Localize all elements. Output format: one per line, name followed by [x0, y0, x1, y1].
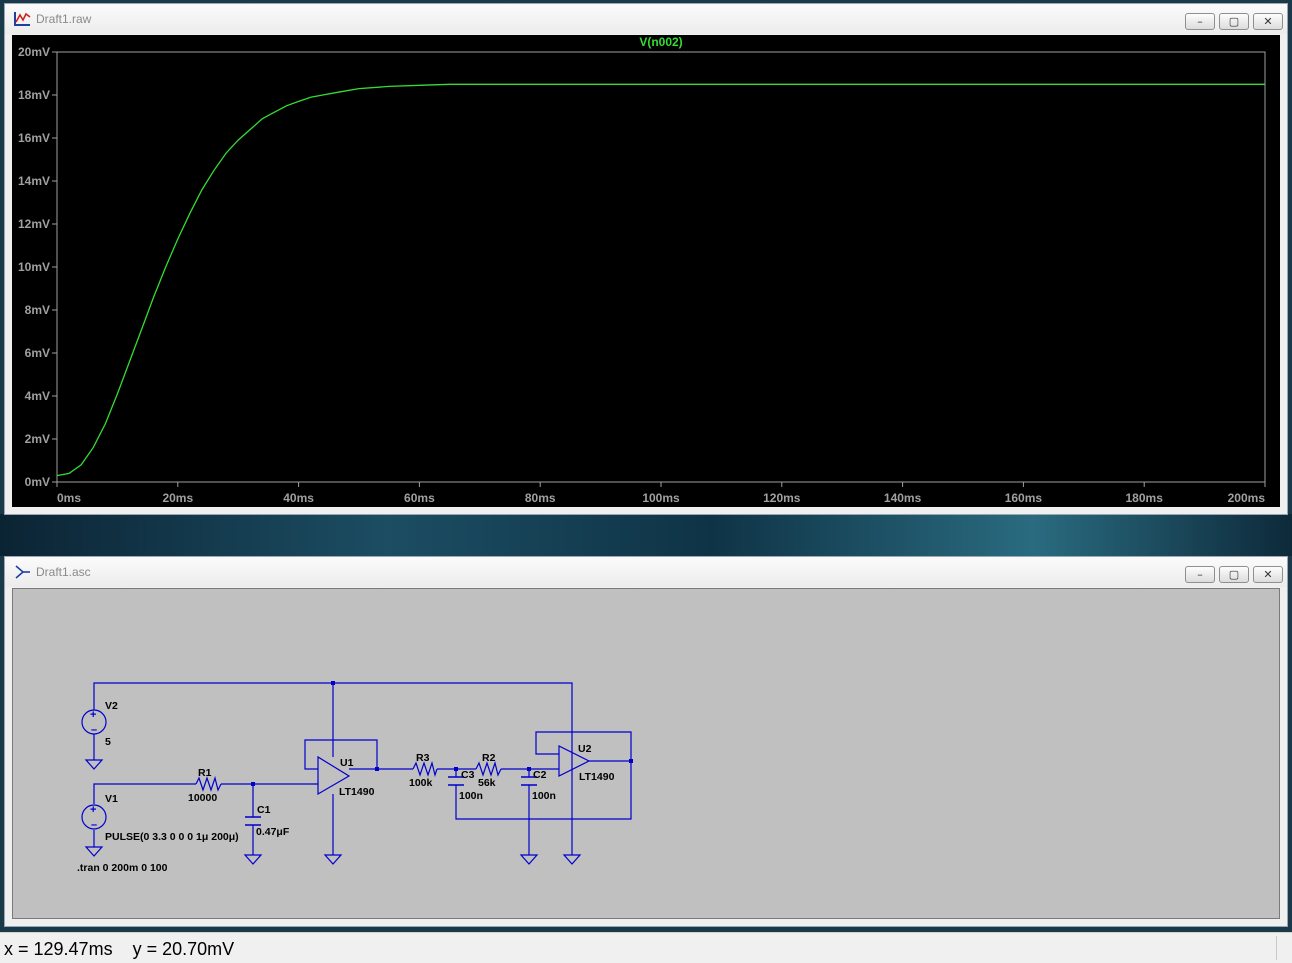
ground-symbol: [562, 854, 582, 865]
spice-directive[interactable]: .tran 0 200m 0 100: [77, 862, 168, 874]
close-button[interactable]: ✕: [1253, 13, 1283, 30]
ground-symbol: [84, 846, 104, 857]
junction: [629, 759, 633, 763]
component-name-v1: V1: [105, 793, 118, 805]
minimize-button[interactable]: –: [1185, 566, 1215, 583]
waveform-plot-pane[interactable]: 0ms 20ms 40ms 60ms 80ms 100ms 120ms 140ms 160ms 1…: [12, 35, 1280, 507]
desktop-background: [0, 514, 1292, 556]
trace-title[interactable]: V(n002): [639, 35, 682, 49]
y-tick-label: 10mV: [18, 260, 50, 274]
cursor-readout: x = 129.47ms y = 20.70mV: [4, 939, 235, 959]
waveform-icon: [14, 12, 31, 26]
resistor-r1[interactable]: [195, 775, 222, 792]
x-tick-label: 60ms: [404, 491, 435, 505]
waveform-chart[interactable]: 0ms 20ms 40ms 60ms 80ms 100ms 120ms 140ms 160ms 1…: [12, 35, 1282, 509]
minimize-button[interactable]: –: [1185, 13, 1215, 30]
y-tick-label: 20mV: [18, 45, 50, 59]
component-value-u1: LT1490: [339, 786, 375, 798]
close-button[interactable]: ✕: [1253, 566, 1283, 583]
component-name-u2: U2: [578, 743, 592, 755]
waveform-window-title: Draft1.raw: [36, 12, 92, 26]
trace-v-n002[interactable]: [56, 83, 1265, 477]
component-name-c3: C3: [461, 769, 475, 781]
resistor-r3[interactable]: [412, 760, 438, 778]
x-tick-label: 120ms: [763, 491, 801, 505]
schematic-icon: [15, 565, 30, 579]
component-value-c1: 0.47μF: [256, 826, 290, 838]
junction: [251, 782, 255, 786]
plot-frame: [56, 51, 1266, 483]
component-name-v2: V2: [105, 700, 118, 712]
source-minus-sign: –: [91, 724, 97, 736]
x-tick-label: 80ms: [525, 491, 556, 505]
component-value-c2: 100n: [532, 790, 556, 802]
y-tick-label: 0mV: [25, 475, 50, 489]
source-plus-sign: +: [90, 804, 96, 816]
schematic-window-titlebar[interactable]: Draft1.asc – ▢ ✕: [5, 557, 1287, 587]
junction: [527, 767, 531, 771]
x-tick-label: 100ms: [642, 491, 680, 505]
resistor-r2[interactable]: [475, 760, 502, 777]
waveform-window-titlebar[interactable]: Draft1.raw – ▢ ✕: [5, 4, 1287, 34]
x-tick-label: 180ms: [1126, 491, 1164, 505]
component-value-v2: 5: [105, 736, 111, 748]
component-name-c1: C1: [257, 804, 271, 816]
component-name-r2: R2: [482, 752, 496, 764]
y-tick-label: 4mV: [25, 389, 50, 403]
schematic-canvas[interactable]: + – + – V2 5 V1 PULSE(0 3.3 0 0 0 1μ 200…: [12, 588, 1280, 919]
maximize-button[interactable]: ▢: [1219, 13, 1249, 30]
x-tick-label: 200ms: [1228, 491, 1266, 505]
x-tick-label: 40ms: [283, 491, 314, 505]
capacitor-c1[interactable]: [245, 816, 261, 826]
x-tick-label: 20ms: [162, 491, 193, 505]
maximize-button[interactable]: ▢: [1219, 566, 1249, 583]
y-tick-label: 12mV: [18, 217, 50, 231]
status-bar: x = 129.47ms y = 20.70mV: [0, 932, 1292, 963]
ground-symbol: [519, 854, 539, 865]
status-separator: [1276, 936, 1277, 960]
component-name-r1: R1: [198, 767, 212, 779]
y-tick-label: 14mV: [18, 174, 50, 188]
junction: [454, 767, 458, 771]
source-plus-sign: +: [90, 709, 96, 721]
ground-symbol: [84, 759, 104, 770]
y-tick-label: 18mV: [18, 88, 50, 102]
schematic-window-title: Draft1.asc: [36, 565, 91, 579]
component-name-r3: R3: [416, 752, 430, 764]
component-name-u1: U1: [340, 757, 354, 769]
component-value-r1: 10000: [188, 792, 217, 804]
component-value-r2: 56k: [478, 777, 496, 789]
component-value-v1: PULSE(0 3.3 0 0 0 1μ 200μ): [105, 831, 239, 843]
y-tick-label: 2mV: [25, 432, 50, 446]
schematic-window[interactable]: Draft1.asc – ▢ ✕ + – + – V2 5 V1 PULSE(0…: [4, 556, 1288, 927]
x-tick-label: 140ms: [884, 491, 922, 505]
x-tick-label: 0ms: [57, 491, 81, 505]
component-value-u2: LT1490: [579, 771, 615, 783]
y-tick-label: 8mV: [25, 303, 50, 317]
y-tick-label: 16mV: [18, 131, 50, 145]
component-value-c3: 100n: [459, 790, 483, 802]
ground-symbol: [243, 854, 263, 865]
y-tick-label: 6mV: [25, 346, 50, 360]
circuit-schematic[interactable]: + – + – V2 5 V1 PULSE(0 3.3 0 0 0 1μ 200…: [13, 589, 1283, 921]
component-value-r3: 100k: [409, 777, 433, 789]
ground-symbol: [323, 854, 343, 865]
junction: [375, 767, 379, 771]
source-minus-sign: –: [91, 819, 97, 831]
waveform-window[interactable]: Draft1.raw – ▢ ✕ 0ms 20ms 40ms 60ms 80ms 100m…: [4, 3, 1288, 515]
component-name-c2: C2: [533, 769, 547, 781]
x-tick-label: 160ms: [1005, 491, 1043, 505]
junction: [331, 681, 335, 685]
